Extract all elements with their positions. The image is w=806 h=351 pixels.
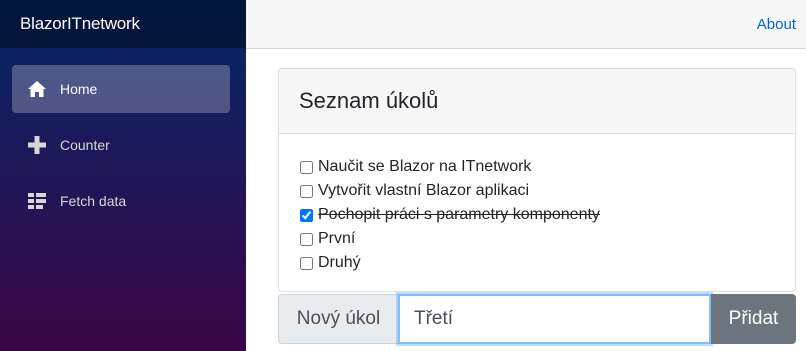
list-item: Pochopit práci s parametry komponenty xyxy=(300,203,795,227)
list-item: Naučit se Blazor na ITnetwork xyxy=(300,155,795,179)
list-item: První xyxy=(300,227,795,251)
new-task-label: Nový úkol xyxy=(278,294,398,344)
new-task-input[interactable] xyxy=(398,294,711,344)
task-checkbox[interactable] xyxy=(300,232,313,246)
home-icon xyxy=(26,78,48,100)
list-item: Druhý xyxy=(300,251,795,275)
brand-bar: BlazorITnetwork xyxy=(0,0,246,48)
list-rich-icon xyxy=(26,190,48,212)
task-text: První xyxy=(318,230,356,247)
task-list: Naučit se Blazor na ITnetwork Vytvořit v… xyxy=(279,134,795,275)
sidebar-nav: Home Counter Fetch data xyxy=(0,48,246,225)
task-text: Druhý xyxy=(318,254,361,271)
plus-icon xyxy=(26,134,48,156)
task-checkbox[interactable] xyxy=(300,208,313,222)
task-checkbox[interactable] xyxy=(300,160,313,174)
sidebar-item-label: Counter xyxy=(60,137,110,153)
sidebar-item-counter[interactable]: Counter xyxy=(12,121,230,169)
sidebar-item-fetch-data[interactable]: Fetch data xyxy=(12,177,230,225)
task-text: Vytvořit vlastní Blazor aplikaci xyxy=(318,182,530,199)
task-text: Naučit se Blazor na ITnetwork xyxy=(318,158,532,175)
todo-card: Seznam úkolů Naučit se Blazor na ITnetwo… xyxy=(278,68,796,292)
about-link[interactable]: About xyxy=(757,16,796,33)
task-text: Pochopit práci s parametry komponenty xyxy=(318,206,600,223)
task-checkbox[interactable] xyxy=(300,184,313,198)
card-header: Seznam úkolů xyxy=(279,69,795,134)
task-checkbox[interactable] xyxy=(300,256,313,270)
sidebar-item-label: Fetch data xyxy=(60,193,127,209)
page-title: Seznam úkolů xyxy=(299,88,439,113)
sidebar-item-home[interactable]: Home xyxy=(12,65,230,113)
top-row: About xyxy=(246,0,806,49)
add-task-button[interactable]: Přidat xyxy=(711,294,796,344)
list-item: Vytvořit vlastní Blazor aplikaci xyxy=(300,179,795,203)
app-brand-link[interactable]: BlazorITnetwork xyxy=(20,14,140,34)
new-task-input-group: Nový úkol Přidat xyxy=(278,294,796,344)
sidebar: BlazorITnetwork Home Counter Fetch data xyxy=(0,0,246,351)
sidebar-item-label: Home xyxy=(60,81,98,97)
